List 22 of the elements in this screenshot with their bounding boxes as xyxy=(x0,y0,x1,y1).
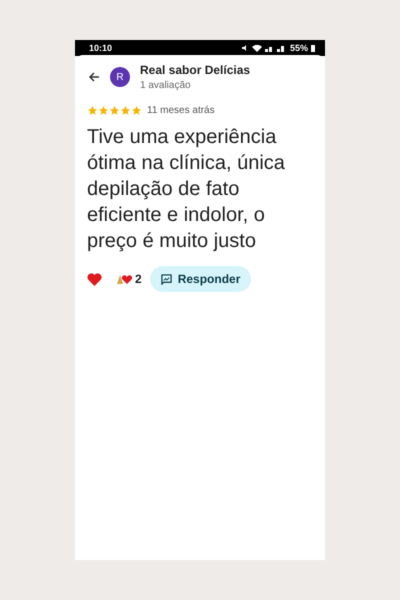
mute-icon xyxy=(240,44,249,52)
back-arrow-icon[interactable] xyxy=(88,71,100,83)
star-icon xyxy=(98,105,109,116)
reply-icon xyxy=(160,274,172,284)
battery-level: 55% xyxy=(290,43,308,53)
reply-button[interactable]: Responder xyxy=(150,266,252,292)
status-time: 10:10 xyxy=(89,43,112,53)
review-text: Tive uma experiência ótima na clínica, única depilação de fato eficiente e indolor, o preço é muito justo xyxy=(87,125,286,254)
review-time: 11 meses atrás xyxy=(147,105,215,116)
wifi-icon xyxy=(252,44,262,52)
heart-icon[interactable] xyxy=(87,272,102,286)
star-icon xyxy=(120,105,131,116)
battery-icon xyxy=(311,44,315,52)
signal-icon xyxy=(264,44,287,52)
reactions-icon xyxy=(116,274,132,284)
star-icon xyxy=(131,105,142,116)
avatar: R xyxy=(110,67,130,87)
star-icon xyxy=(87,105,98,116)
star-icon xyxy=(109,105,120,116)
review-count: 1 avaliação xyxy=(140,80,192,91)
business-name: Real sabor Delícias xyxy=(140,63,250,77)
reaction-count: 2 xyxy=(135,272,142,286)
